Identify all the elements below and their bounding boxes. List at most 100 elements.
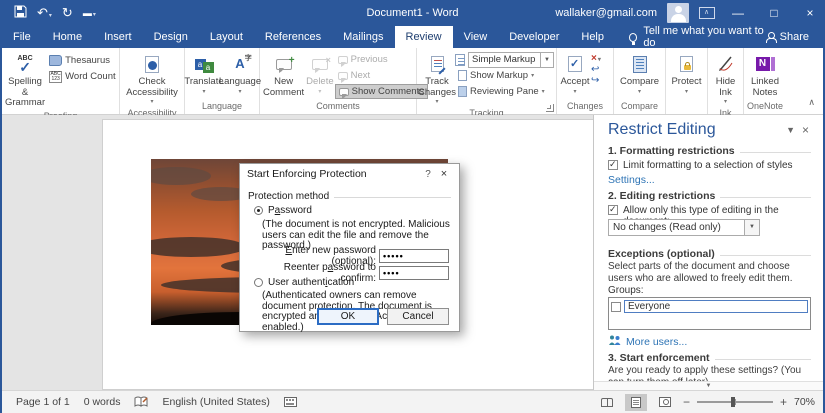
password-radio[interactable]: Password bbox=[254, 205, 312, 216]
zoom-slider[interactable] bbox=[697, 401, 773, 403]
ok-button[interactable]: OK bbox=[317, 308, 379, 325]
redo-icon[interactable]: ↻ bbox=[62, 5, 73, 21]
translate-button[interactable]: aa Translate bbox=[186, 51, 222, 96]
tab-layout[interactable]: Layout bbox=[199, 26, 254, 48]
tab-developer[interactable]: Developer bbox=[498, 26, 570, 48]
zoom-in-button[interactable]: + bbox=[780, 395, 787, 409]
undo-icon[interactable]: ↶▾ bbox=[37, 5, 52, 21]
editing-type-select[interactable]: No changes (Read only) ▼ bbox=[608, 219, 760, 236]
tab-mailings[interactable]: Mailings bbox=[332, 26, 394, 48]
page-indicator[interactable]: Page 1 of 1 bbox=[16, 396, 70, 408]
track-changes-button[interactable]: Track Changes bbox=[419, 51, 455, 107]
tracking-dialog-launcher-icon[interactable] bbox=[546, 104, 554, 112]
tab-file[interactable]: File bbox=[2, 26, 42, 48]
previous-change-button[interactable]: ↩ bbox=[591, 65, 601, 75]
more-users-icon bbox=[608, 335, 621, 348]
document-area[interactable]: Start Enforcing Protection ? × Protectio… bbox=[2, 115, 593, 390]
pane-title: Restrict Editing bbox=[608, 121, 716, 139]
ribbon-group-ink: Hide Ink Ink bbox=[708, 48, 744, 114]
ribbon-group-label: Compare bbox=[614, 100, 665, 114]
compare-button[interactable]: Compare bbox=[618, 51, 662, 96]
spelling-grammar-button[interactable]: ABC✓ Spelling & Grammar bbox=[4, 51, 46, 110]
radio-unselected-icon bbox=[254, 278, 263, 287]
markup-style-select[interactable]: Simple Markup▼ bbox=[468, 52, 554, 68]
ribbon-tab-bar: File Home Insert Design Layout Reference… bbox=[2, 26, 823, 48]
close-button[interactable]: × bbox=[797, 0, 823, 26]
read-mode-button[interactable] bbox=[596, 394, 618, 411]
check-accessibility-button[interactable]: Check Accessibility bbox=[123, 51, 181, 107]
display-for-review-row: Simple Markup▼ bbox=[455, 52, 554, 67]
show-markup-button[interactable]: Show Markup bbox=[455, 68, 554, 83]
radio-selected-icon bbox=[254, 206, 263, 215]
next-change-button[interactable]: ↪ bbox=[591, 76, 601, 86]
tab-home[interactable]: Home bbox=[42, 26, 93, 48]
dialog-title-bar[interactable]: Start Enforcing Protection ? × bbox=[240, 164, 459, 184]
more-users-link[interactable]: More users... bbox=[608, 335, 811, 348]
avatar[interactable] bbox=[667, 3, 689, 23]
tab-references[interactable]: References bbox=[254, 26, 332, 48]
ribbon-group-accessibility: Check Accessibility Accessibility bbox=[120, 48, 185, 114]
ribbon-group-language: aa Translate A Language Language bbox=[185, 48, 260, 114]
protect-button[interactable]: Protect bbox=[668, 51, 705, 96]
word-count-icon: ABC123 bbox=[49, 71, 62, 83]
user-authentication-radio[interactable]: User authentication bbox=[254, 277, 354, 288]
language-icon: A bbox=[235, 57, 244, 72]
keyboard-icon[interactable] bbox=[284, 397, 297, 407]
dialog-close-icon[interactable]: × bbox=[436, 168, 452, 180]
account-email[interactable]: wallaker@gmail.com bbox=[555, 7, 657, 19]
checkbox-unchecked-icon[interactable] bbox=[611, 302, 621, 312]
word-count-button[interactable]: ABC123 Word Count bbox=[46, 69, 119, 84]
accept-button[interactable]: Accept bbox=[559, 51, 591, 96]
print-layout-icon bbox=[631, 397, 641, 408]
enter-password-input[interactable]: ••••• bbox=[379, 249, 449, 263]
status-bar: Page 1 of 1 0 words English (United Stat… bbox=[2, 390, 823, 413]
zoom-percentage[interactable]: 70% bbox=[794, 396, 815, 408]
protection-method-group-label: Protection method bbox=[248, 191, 451, 202]
hide-ink-button[interactable]: Hide Ink bbox=[710, 51, 741, 107]
chevron-down-icon[interactable]: ▼ bbox=[540, 53, 553, 67]
tab-insert[interactable]: Insert bbox=[93, 26, 143, 48]
pane-options-chevron-icon[interactable]: ▼ bbox=[781, 125, 800, 135]
show-comments-button[interactable]: Show Comments bbox=[335, 84, 428, 99]
word-count-indicator[interactable]: 0 words bbox=[84, 396, 121, 408]
language-button[interactable]: A Language bbox=[222, 51, 258, 96]
pane-close-icon[interactable]: × bbox=[800, 123, 811, 137]
tell-me-box[interactable]: Tell me what you want to do bbox=[629, 26, 766, 48]
delete-comment-icon: × bbox=[312, 59, 328, 70]
chevron-down-icon[interactable]: ▼ bbox=[744, 220, 759, 235]
settings-link[interactable]: Settings... bbox=[608, 174, 811, 186]
maximize-button[interactable]: □ bbox=[761, 0, 787, 26]
save-icon[interactable] bbox=[14, 5, 27, 21]
pane-scroll-down[interactable]: ▼ bbox=[594, 381, 823, 390]
web-layout-button[interactable] bbox=[654, 394, 676, 411]
linked-notes-button[interactable]: N Linked Notes bbox=[746, 51, 784, 99]
ribbon-group-label bbox=[666, 100, 707, 114]
tab-help[interactable]: Help bbox=[570, 26, 615, 48]
new-comment-button[interactable]: + New Comment bbox=[262, 51, 305, 99]
formatting-restrictions-heading: 1. Formatting restrictions bbox=[608, 145, 811, 157]
zoom-out-button[interactable]: − bbox=[683, 395, 690, 409]
zoom-slider-handle[interactable] bbox=[731, 397, 735, 407]
tab-review[interactable]: Review bbox=[395, 26, 453, 48]
customize-qat-icon[interactable]: ▬▾ bbox=[83, 8, 96, 18]
thesaurus-button[interactable]: Thesaurus bbox=[46, 53, 119, 68]
groups-listbox[interactable]: Everyone bbox=[608, 297, 811, 330]
tab-design[interactable]: Design bbox=[143, 26, 199, 48]
proofing-errors-icon[interactable] bbox=[134, 396, 148, 408]
group-item-everyone[interactable]: Everyone bbox=[611, 300, 808, 313]
collapse-ribbon-icon[interactable]: ∧ bbox=[808, 97, 815, 108]
tab-view[interactable]: View bbox=[453, 26, 499, 48]
minimize-button[interactable]: — bbox=[725, 0, 751, 26]
language-indicator[interactable]: English (United States) bbox=[162, 396, 269, 408]
compare-icon bbox=[633, 56, 647, 73]
print-layout-button[interactable] bbox=[625, 394, 647, 411]
ribbon-display-options-icon[interactable] bbox=[699, 7, 715, 19]
limit-formatting-checkbox[interactable]: Limit formatting to a selection of style… bbox=[608, 160, 811, 171]
share-button[interactable]: Share bbox=[766, 26, 823, 48]
reject-button[interactable]: ×▾ bbox=[591, 53, 601, 64]
cancel-button[interactable]: Cancel bbox=[387, 308, 449, 325]
user-authentication-radio-label: User authentication bbox=[268, 277, 354, 288]
dialog-help-icon[interactable]: ? bbox=[420, 169, 436, 180]
reenter-password-input[interactable]: •••• bbox=[379, 266, 449, 280]
reviewing-pane-button[interactable]: Reviewing Pane bbox=[455, 84, 554, 99]
